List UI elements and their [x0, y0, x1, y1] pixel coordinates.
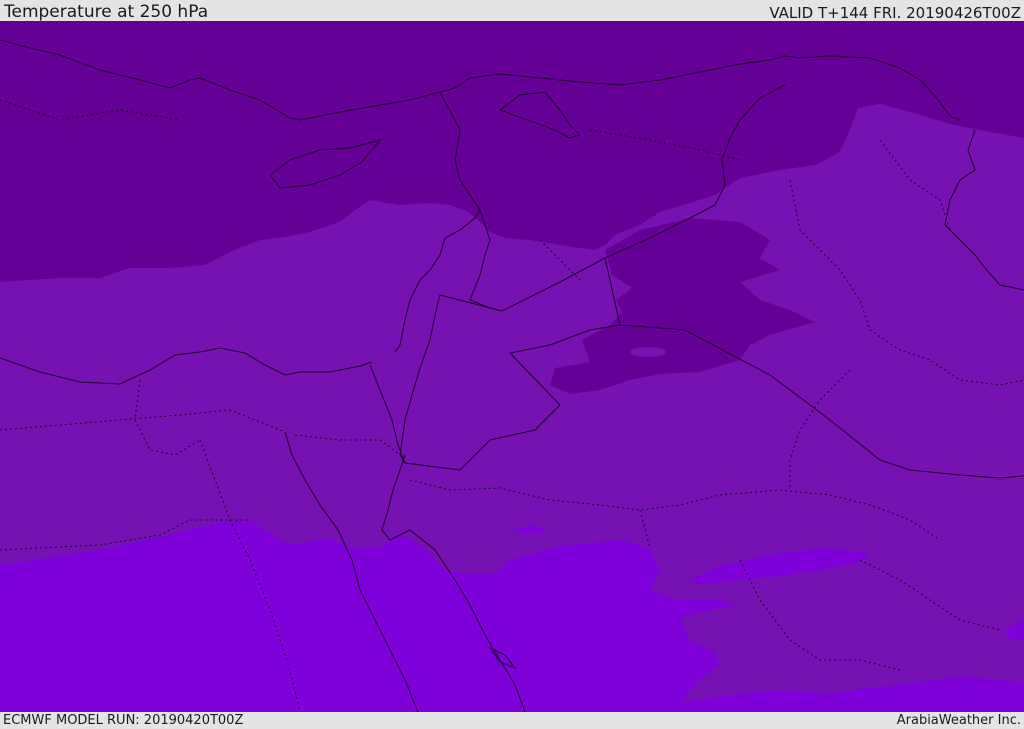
- map-canvas: [0, 21, 1024, 712]
- temp-band-mid-hole: [630, 347, 666, 357]
- credit-label: ArabiaWeather Inc.: [896, 713, 1021, 728]
- model-run-label: ECMWF MODEL RUN: 20190420T00Z: [3, 713, 244, 728]
- temp-band-warm-spot: [594, 545, 610, 551]
- weather-map[interactable]: [0, 21, 1024, 712]
- map-title: Temperature at 250 hPa: [4, 2, 209, 22]
- temp-band-warm-spot: [516, 526, 544, 534]
- footer-bar: ECMWF MODEL RUN: 20190420T00Z ArabiaWeat…: [0, 712, 1024, 729]
- valid-time: VALID T+144 FRI. 20190426T00Z: [769, 4, 1021, 22]
- header-bar: Temperature at 250 hPa VALID T+144 FRI. …: [0, 0, 1024, 21]
